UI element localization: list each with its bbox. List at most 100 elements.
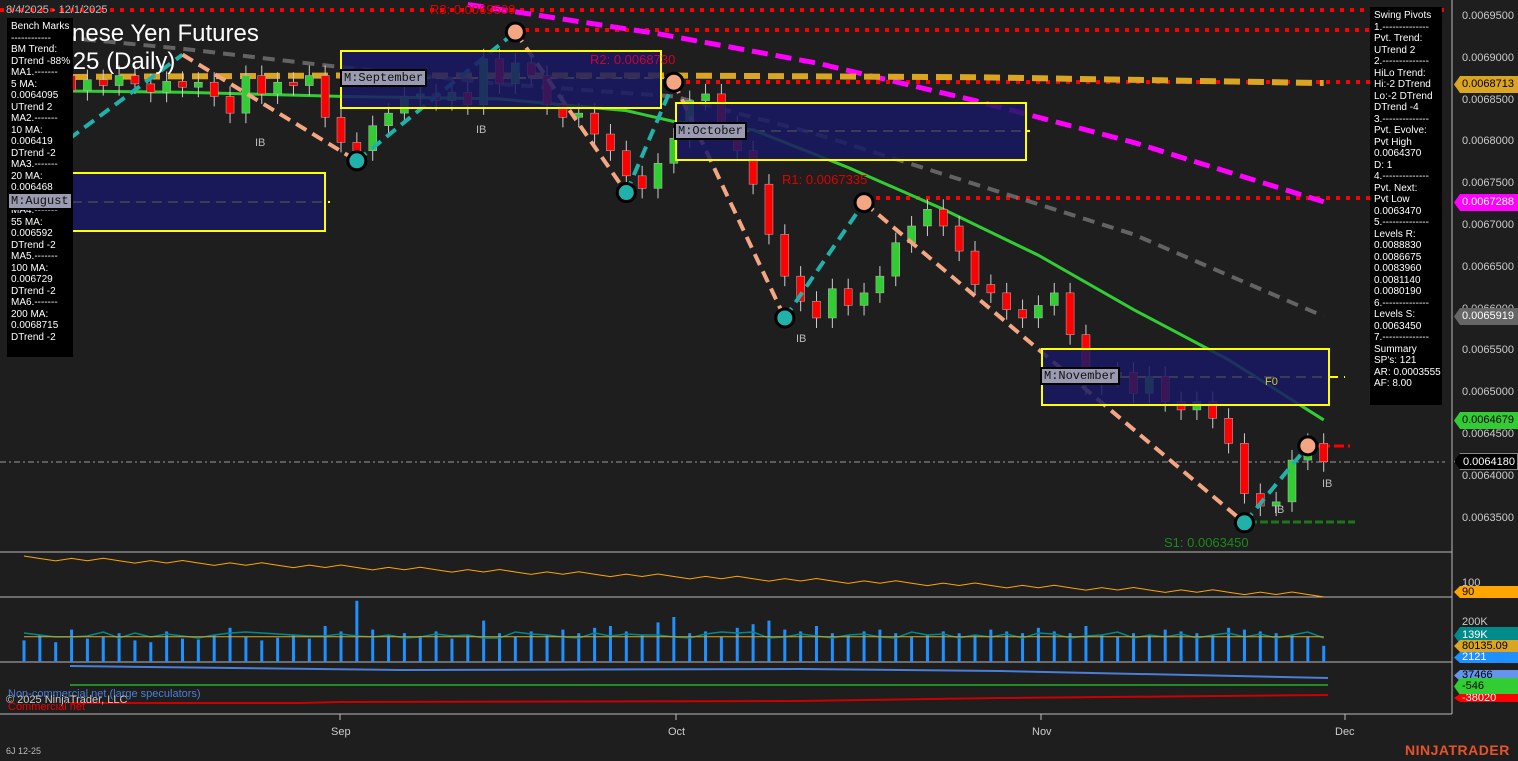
candle-down — [1224, 418, 1233, 444]
volume-bar — [561, 629, 565, 662]
swing-pivots-line: 0.0063450 — [1374, 320, 1422, 332]
swing-pivots-line: Pvt High — [1374, 136, 1412, 148]
volume-bar — [989, 629, 993, 662]
bench-marks-line: DTrend -2 — [11, 331, 56, 343]
price-axis-label: 0.0065500 — [1462, 344, 1514, 357]
candle-down — [843, 288, 853, 306]
price-axis-label: 0.0063500 — [1462, 511, 1514, 524]
candle-up — [384, 112, 393, 126]
volume-bar — [387, 635, 391, 662]
candle-down — [812, 300, 821, 319]
bench-marks-line: 0.006729 — [11, 274, 53, 285]
candle-down — [954, 225, 964, 252]
candle-down — [590, 112, 599, 135]
swing-pivots-line: AR: 0.0003555 — [1374, 366, 1441, 378]
volume-bar — [85, 638, 89, 662]
candle-down — [1319, 443, 1328, 463]
volume-bar — [1306, 636, 1310, 662]
candle-down — [1240, 443, 1249, 494]
candle-up — [83, 79, 92, 91]
volume-bar — [767, 620, 771, 662]
volume-bar — [212, 635, 216, 662]
bench-marks-panel: Bench Marks ------------ BM Trend: DTrend -… — [7, 18, 73, 357]
candle-down — [352, 142, 362, 152]
ib-marker: IB — [1274, 504, 1285, 516]
ninjatrader-logo: NINJATRADER — [1405, 742, 1510, 758]
volume-bar — [529, 631, 533, 662]
bench-marks-line: DTrend -88% — [11, 55, 71, 67]
date-range: 8/4/2025 - 12/1/2025 — [6, 4, 108, 16]
volume-bar — [70, 629, 74, 662]
volume-bar — [291, 635, 295, 662]
candle-up — [875, 275, 885, 294]
cot-noncommercial-line — [69, 665, 1329, 679]
bench-marks-line: MA6.------- — [11, 297, 58, 308]
candle-down — [970, 250, 980, 285]
candle-down — [257, 75, 266, 95]
volume-bar — [941, 631, 945, 662]
candle-down — [209, 81, 219, 97]
volume-bar — [260, 640, 264, 662]
swing-high-marker — [504, 21, 526, 43]
instrument-label: 6J 12-25 — [6, 746, 42, 756]
volume-bar — [1163, 629, 1167, 662]
swing-pivots-line: 0.0064370 — [1374, 148, 1422, 159]
candle-down — [146, 83, 156, 93]
volume-bar — [545, 635, 549, 662]
x-axis-label-sep: Sep — [331, 726, 351, 738]
swing-pivots-line: 2.-------------- — [1374, 56, 1429, 67]
volume-bar — [910, 636, 914, 662]
oscillator-line — [23, 555, 1324, 598]
volume-bar — [418, 635, 422, 662]
x-axis-label-dec: Dec — [1335, 726, 1355, 738]
candle-up — [923, 209, 932, 227]
bench-marks-line: 10 MA: — [11, 124, 43, 136]
candle-down — [336, 117, 346, 143]
volume-bar — [482, 620, 486, 662]
swing-pivots-line: 0.0081140 — [1374, 274, 1421, 286]
price-axis-label: 0.0068500 — [1462, 93, 1514, 106]
volume-avg-tag: 80135.09 — [1454, 640, 1518, 652]
cot-small-tag: -546 — [1454, 678, 1518, 695]
swing-pivots-line: 4.-------------- — [1374, 171, 1429, 182]
swing-high-marker — [1297, 435, 1319, 457]
swing-pivots-line: 6.-------------- — [1374, 297, 1429, 309]
bench-marks-line: Bench Marks — [11, 21, 70, 32]
candle-down — [1002, 292, 1011, 310]
ib-marker: IB — [1322, 478, 1333, 490]
price-axis-label: 0.0066500 — [1462, 260, 1514, 273]
volume-bar — [815, 626, 818, 662]
volume-bar — [22, 640, 26, 662]
month-label-november: M:November — [1040, 367, 1121, 385]
volume-bar — [181, 638, 184, 662]
bench-marks-line: DTrend -2 — [11, 285, 56, 297]
cot-commercial-line — [70, 694, 1329, 704]
volume-bar — [925, 635, 929, 662]
candle-up — [891, 242, 900, 277]
bench-marks-line: DTrend -2 — [11, 147, 56, 159]
bench-marks-line: 55 MA: — [11, 216, 43, 228]
swing-pivots-line: DTrend -4 — [1374, 102, 1419, 113]
month-label-october: M:October — [674, 122, 747, 140]
volume-bar — [1084, 626, 1088, 662]
swing-pivots-line: Pvt. Evolve: — [1374, 125, 1427, 136]
volume-bar — [672, 617, 676, 662]
candle-down — [225, 96, 235, 114]
bench-marks-line: 100 MA: — [11, 262, 49, 274]
swing-pivots-line: SP's: 121 — [1374, 355, 1417, 366]
volume-bar — [276, 637, 280, 662]
swing-pivots-panel: Swing Pivots 1.-------------- Pvt. Trend: U… — [1370, 7, 1442, 405]
bench-marks-line: 0.006592 — [11, 228, 53, 239]
volume-bar — [513, 636, 517, 662]
bench-marks-line: 0.0068715 — [11, 320, 59, 331]
swing-pivots-line: 0.0083960 — [1374, 263, 1422, 274]
swing-pivots-line: 0.0063470 — [1374, 205, 1422, 217]
f0-label: F0 — [1265, 376, 1278, 388]
price-axis-label: 0.0064000 — [1462, 469, 1514, 482]
candle-down — [764, 183, 774, 235]
volume-bar — [640, 635, 644, 662]
volume-bar — [196, 639, 200, 662]
bench-marks-line: MA1.------- — [11, 67, 58, 78]
swing-pivots-line: Hi:-2 DTrend — [1374, 79, 1431, 90]
swing-pivots-line: Pvt Low — [1374, 194, 1410, 205]
